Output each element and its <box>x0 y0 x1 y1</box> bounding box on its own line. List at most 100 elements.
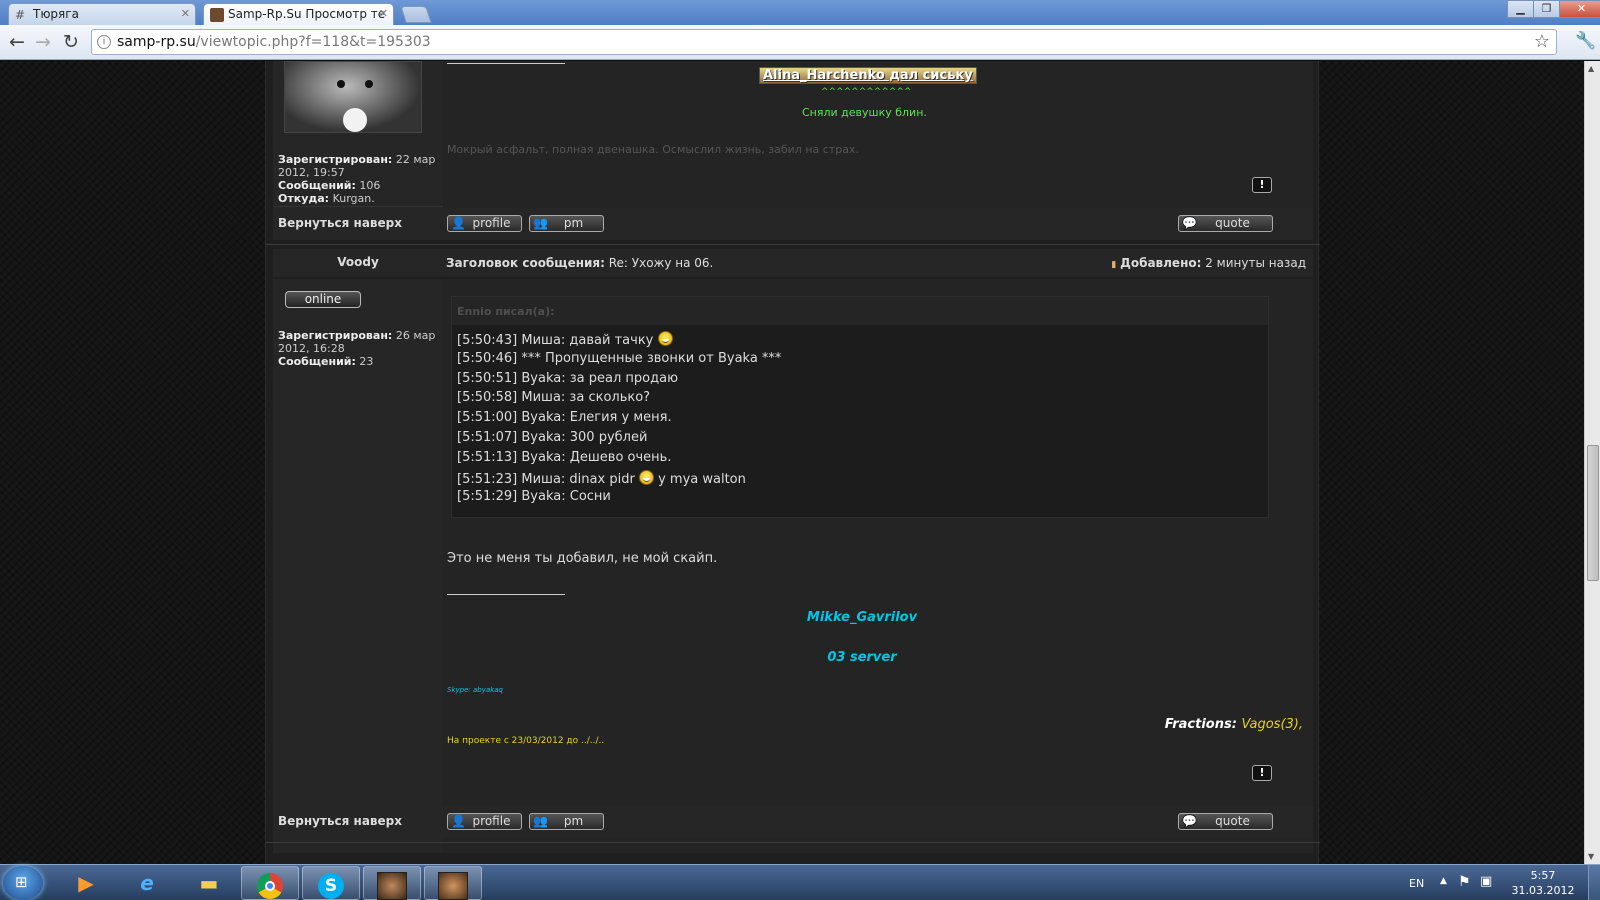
divider <box>273 206 443 207</box>
quote-lines: [5:50:43] Миша: давай тачку [5:50:46] **… <box>452 325 1268 509</box>
bookmark-star-icon[interactable]: ☆ <box>1534 30 1550 54</box>
back-to-top-link[interactable]: Вернуться наверх <box>278 216 402 230</box>
maximize-button[interactable]: ❐ <box>1533 0 1560 18</box>
post-subject: Заголовок сообщения: Re: Ухожу на 06. <box>446 256 713 270</box>
chat-line: [5:51:13] Byaka: Дешево очень. <box>452 450 1268 470</box>
forward-arrow-icon[interactable]: → <box>31 31 55 53</box>
quote-button[interactable]: 💬 quote <box>1178 813 1273 830</box>
chat-text: [5:50:58] Миша: за сколько? <box>457 390 651 406</box>
quote-label: quote <box>1215 216 1250 230</box>
profile-button[interactable]: 👤 profile <box>447 215 522 232</box>
post-footer: Вернуться наверх 👤 profile 👥 pm 💬 quote <box>273 208 1313 240</box>
window-close-button[interactable]: ✕ <box>1559 0 1600 18</box>
post-footer: Вернуться наверх 👤 profile 👥 pm 💬 quote <box>273 806 1313 838</box>
profile-label: profile <box>472 216 511 230</box>
chat-text: [5:50:46] *** Пропущенные звонки от Byak… <box>457 350 782 366</box>
show-desktop-button[interactable] <box>1588 865 1600 900</box>
language-indicator[interactable]: EN <box>1409 877 1424 890</box>
back-to-top-link[interactable]: Вернуться наверх <box>278 814 402 828</box>
laughing-smiley-icon <box>638 469 654 485</box>
folder-icon[interactable]: ▬ <box>180 866 238 900</box>
tab-label: Samp-Rp.Su Просмотр те <box>228 7 386 21</box>
wrench-menu-icon[interactable]: 🔧 <box>1575 31 1596 51</box>
posts-label: Сообщений: <box>278 355 356 368</box>
close-icon[interactable]: ✕ <box>379 7 388 20</box>
quote-author: Ennio писал(а): <box>452 297 1268 325</box>
post-profile-column: online Зарегистрирован: 26 мар 2012, 16:… <box>273 279 443 853</box>
pm-button[interactable]: 👥 pm <box>529 215 604 232</box>
page-info-icon[interactable]: i <box>97 35 111 49</box>
game-window-icon[interactable] <box>424 866 482 900</box>
signature-carets: ^^^^^^^^^^^^ <box>821 87 912 97</box>
chat-text: [5:51:23] Миша: dinax pidr <box>457 471 635 487</box>
network-icon[interactable]: ▣ <box>1480 874 1492 889</box>
page-viewport: Зарегистрирован: 22 мар 2012, 19:57 Сооб… <box>0 61 1584 864</box>
fractions-value: Vagos(3), <box>1241 717 1303 732</box>
registered-label: Зарегистрирован: <box>278 153 393 166</box>
chat-text: [5:51:29] Byaka: Сосни <box>457 489 611 505</box>
pm-label: pm <box>563 216 584 230</box>
start-button[interactable]: ⊞ <box>3 866 43 900</box>
browser-window: # Тюрягa ✕ Samp-Rp.Su Просмотр те ✕ ▁ ❐ … <box>0 0 1600 900</box>
url-host: samp-rp.su <box>117 34 196 50</box>
users-icon: 👥 <box>533 216 548 230</box>
chat-line: [5:50:46] *** Пропущенные звонки от Byak… <box>452 351 1268 371</box>
vertical-scrollbar[interactable]: ▲ ▼ <box>1584 61 1600 864</box>
tab-samp-rp[interactable]: Samp-Rp.Su Просмотр те ✕ <box>203 3 394 25</box>
posts-value: 23 <box>359 355 374 368</box>
site-favicon-icon <box>210 8 224 22</box>
scroll-down-icon[interactable]: ▼ <box>1588 852 1594 861</box>
profile-details: Зарегистрирован: 22 мар 2012, 19:57 Сооб… <box>278 153 440 205</box>
signature-divider <box>447 63 565 64</box>
report-button[interactable]: ! <box>1252 177 1272 193</box>
new-tab-button[interactable] <box>400 6 432 23</box>
chat-text: [5:51:13] Byaka: Дешево очень. <box>457 449 672 465</box>
back-arrow-icon[interactable]: ← <box>5 31 29 53</box>
quote-block: Ennio писал(а): [5:50:43] Миша: давай та… <box>451 296 1269 518</box>
system-clock[interactable]: 5:57 31.03.2012 <box>1508 868 1578 898</box>
quote-button[interactable]: 💬 quote <box>1178 215 1273 232</box>
post-date: ▮ Добавлено: 2 минуты назад <box>1111 256 1306 270</box>
post-author[interactable]: Voody <box>273 249 443 277</box>
scroll-up-icon[interactable]: ▲ <box>1588 64 1594 73</box>
signature-name: Mikke_Gavrilov <box>806 610 918 625</box>
tray-expand-icon[interactable]: ▲ <box>1440 876 1447 886</box>
pm-button[interactable]: 👥 pm <box>529 813 604 830</box>
tab-tyuryaga[interactable]: # Тюрягa ✕ <box>8 3 196 25</box>
windows-taskbar: ⊞ ▶ e ▬ S EN ▲ ⚑ ▣ 5:57 31.03.2012 <box>0 864 1600 900</box>
speech-bubble-icon: 💬 <box>1182 216 1197 230</box>
minimize-button[interactable]: ▁ <box>1507 0 1534 18</box>
chat-line: [5:50:43] Миша: давай тачку <box>452 331 1268 351</box>
chat-line: [5:51:23] Миша: dinax pidr у mya walton <box>452 469 1268 490</box>
address-bar[interactable]: i samp-rp.su/viewtopic.php?f=118&t=19530… <box>91 29 1557 55</box>
registered-label: Зарегистрирован: <box>278 329 393 342</box>
chat-line: [5:50:51] Byaka: за реал продаю <box>452 371 1268 391</box>
tab-bar: # Тюрягa ✕ Samp-Rp.Su Просмотр те ✕ ▁ ❐ … <box>0 0 1600 25</box>
profile-button[interactable]: 👤 profile <box>447 813 522 830</box>
hash-icon: # <box>15 8 26 22</box>
game-window-icon[interactable] <box>363 866 421 900</box>
browser-toolbar: ← → ↻ i samp-rp.su/viewtopic.php?f=118&t… <box>0 25 1600 60</box>
scrollbar-thumb[interactable] <box>1587 445 1599 581</box>
pm-label: pm <box>563 814 584 828</box>
from-label: Откуда: <box>278 192 330 205</box>
post-link-icon[interactable]: ▮ <box>1111 260 1116 270</box>
media-player-icon[interactable]: ▶ <box>57 866 115 900</box>
report-button[interactable]: ! <box>1252 765 1272 781</box>
chat-text: [5:51:00] Byaka: Елегия у меня. <box>457 410 672 426</box>
signature-text: Мокрый асфальт, полная двенашка. Осмысли… <box>447 143 859 156</box>
action-center-flag-icon[interactable]: ⚑ <box>1458 874 1471 890</box>
online-status-badge: online <box>285 291 361 308</box>
internet-explorer-icon[interactable]: e <box>118 866 176 900</box>
added-label: Добавлено: <box>1120 256 1202 270</box>
reload-icon[interactable]: ↻ <box>59 31 83 53</box>
url-path: /viewtopic.php?f=118&t=195303 <box>195 34 431 50</box>
skype-icon[interactable]: S <box>302 866 360 900</box>
users-icon: 👥 <box>533 814 548 828</box>
chrome-icon[interactable] <box>241 866 299 900</box>
chat-line: [5:51:00] Byaka: Елегия у меня. <box>452 410 1268 430</box>
signature-divider <box>447 594 565 595</box>
quote-label: quote <box>1215 814 1250 828</box>
close-icon[interactable]: ✕ <box>181 7 190 20</box>
post-card: online Зарегистрирован: 26 мар 2012, 16:… <box>273 279 1313 853</box>
